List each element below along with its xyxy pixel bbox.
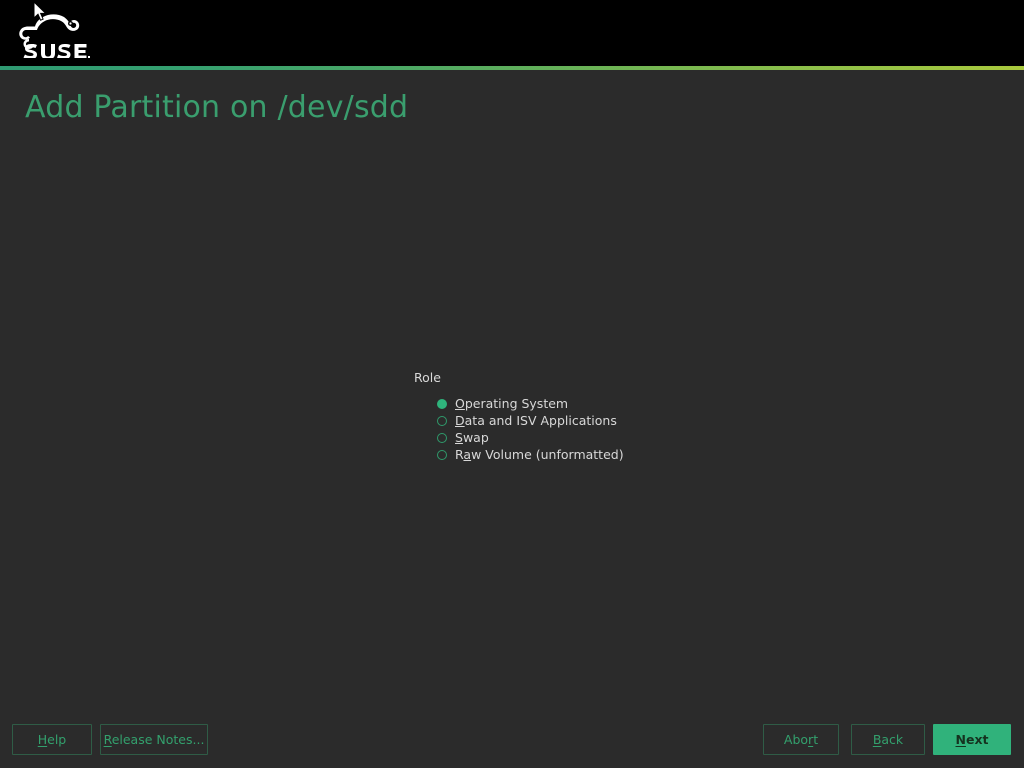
label-rest: wap xyxy=(462,430,489,445)
label-rest: ext xyxy=(965,732,989,747)
accel-char: S xyxy=(455,430,463,445)
radio-option-data-and-isv-applications[interactable]: Data and ISV Applications xyxy=(414,412,624,429)
accel-char: O xyxy=(455,396,465,411)
accel-char: H xyxy=(37,732,48,747)
role-radio-group: Role Operating System Data and ISV Appli… xyxy=(414,371,624,463)
role-options-list: Operating System Data and ISV Applicatio… xyxy=(414,395,624,463)
role-group-label: Role xyxy=(414,370,441,385)
page-title: Add Partition on /dev/sdd xyxy=(25,90,409,125)
radio-circle-icon xyxy=(437,415,447,426)
help-button[interactable]: Help xyxy=(12,724,92,755)
radio-circle-icon xyxy=(437,432,447,443)
label-rest: ata and ISV Applications xyxy=(464,413,617,428)
accel-char: a xyxy=(463,447,472,462)
accel-char: N xyxy=(955,732,966,747)
radio-option-label: Operating System xyxy=(455,396,568,411)
radio-option-raw-volume[interactable]: Raw Volume (unformatted) xyxy=(414,446,624,463)
label-rest: w Volume (unformatted) xyxy=(471,447,624,462)
suse-chameleon-logo xyxy=(14,8,90,58)
main-content: Role Operating System Data and ISV Appli… xyxy=(0,130,1024,710)
radio-option-operating-system[interactable]: Operating System xyxy=(414,395,624,412)
label-rest: elease Notes... xyxy=(111,732,205,747)
accel-char: R xyxy=(103,732,112,747)
radio-circle-icon xyxy=(437,449,447,460)
label-rest: t xyxy=(813,732,819,747)
label-pre: Abo xyxy=(783,732,809,747)
label-rest: perating System xyxy=(464,396,569,411)
installer-window: Add Partition on /dev/sdd Role Operating… xyxy=(0,0,1024,768)
next-button[interactable]: Next xyxy=(933,724,1011,755)
radio-option-label: Swap xyxy=(455,430,489,445)
radio-option-swap[interactable]: Swap xyxy=(414,429,624,446)
label-rest: elp xyxy=(47,732,67,747)
radio-circle-icon xyxy=(437,398,447,409)
header-band xyxy=(0,0,1024,66)
back-button[interactable]: Back xyxy=(851,724,925,755)
radio-option-label: Data and ISV Applications xyxy=(455,413,617,428)
accel-char: D xyxy=(455,413,465,428)
label-rest: ack xyxy=(881,732,904,747)
radio-option-label: Raw Volume (unformatted) xyxy=(455,447,624,462)
accent-gradient-bar xyxy=(0,66,1024,70)
footer-button-bar: Help Release Notes... Abort Back Next xyxy=(0,710,1024,768)
release-notes-button[interactable]: Release Notes... xyxy=(100,724,208,755)
abort-button[interactable]: Abort xyxy=(763,724,839,755)
